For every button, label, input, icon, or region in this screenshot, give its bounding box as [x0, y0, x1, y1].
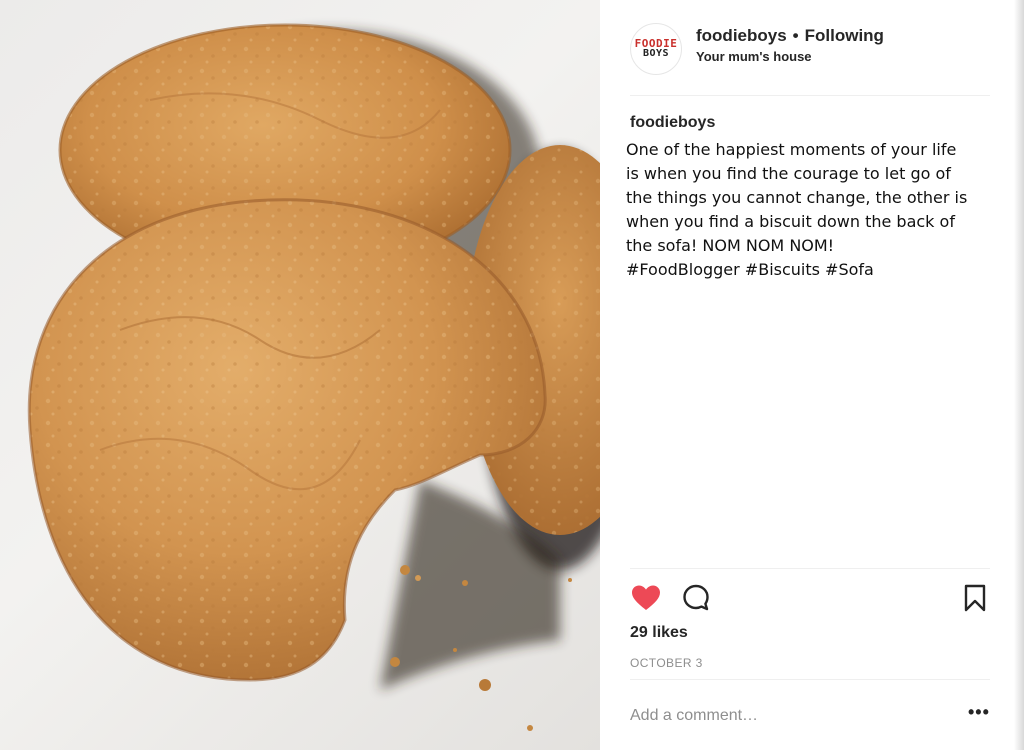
- comment-bar: •••: [630, 696, 990, 736]
- post-header: FOODIE BOYS foodieboys • Following Your mu…: [630, 20, 990, 76]
- bookmark-icon: [964, 584, 986, 612]
- caption: foodieboys One of the happiest moments o…: [626, 114, 986, 282]
- comment-input[interactable]: [630, 704, 950, 728]
- follow-status-button[interactable]: Following: [805, 26, 884, 45]
- biscuit-image: [27, 23, 600, 731]
- username-link[interactable]: foodieboys: [696, 26, 787, 45]
- separator-dot: •: [792, 26, 799, 45]
- header-user-line: foodieboys • Following: [696, 26, 884, 46]
- comment-icon: [683, 584, 709, 611]
- caption-username[interactable]: foodieboys: [630, 114, 986, 132]
- like-button[interactable]: [630, 582, 662, 614]
- likes-count[interactable]: 29 likes: [630, 624, 688, 642]
- post-date: OCTOBER 3: [630, 656, 703, 670]
- heart-icon: [632, 585, 660, 610]
- more-options-icon[interactable]: •••: [968, 702, 990, 723]
- divider: [630, 679, 990, 680]
- post-sidebar: FOODIE BOYS foodieboys • Following Your mu…: [600, 0, 1024, 750]
- divider: [630, 568, 990, 569]
- caption-text: One of the happiest moments of your life…: [626, 140, 968, 279]
- divider: [630, 95, 990, 96]
- post-photo[interactable]: [0, 0, 600, 750]
- action-bar: [630, 582, 990, 614]
- avatar-logo-line2: BOYS: [642, 48, 670, 59]
- save-button[interactable]: [959, 582, 991, 614]
- comment-button[interactable]: [680, 582, 712, 614]
- location-link[interactable]: Your mum's house: [696, 49, 812, 64]
- avatar[interactable]: FOODIE BOYS: [630, 23, 682, 75]
- panel-edge-shadow: [1014, 0, 1024, 750]
